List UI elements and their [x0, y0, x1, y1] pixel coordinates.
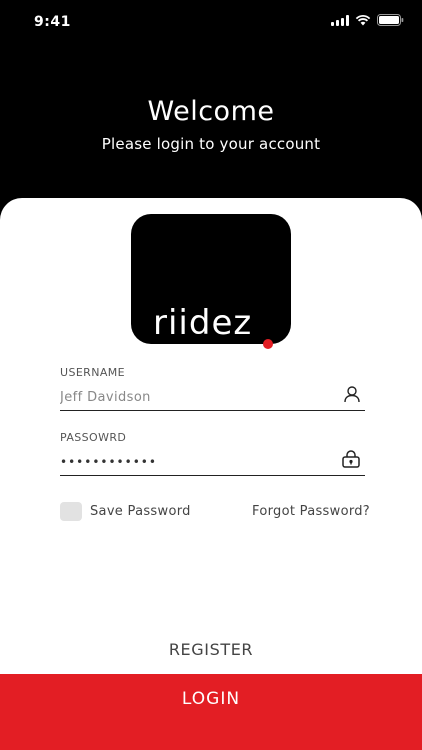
register-button[interactable]: REGISTER	[0, 640, 422, 659]
status-bar: 9:41	[0, 0, 422, 44]
wifi-icon	[355, 14, 371, 26]
password-field: PASSOWRD	[60, 431, 365, 476]
password-input[interactable]	[60, 452, 330, 472]
username-row	[60, 385, 365, 411]
logo-text: riidez	[153, 303, 253, 343]
welcome-header: Welcome Please login to your account	[0, 96, 422, 153]
battery-icon	[377, 14, 404, 26]
username-label: USERNAME	[60, 366, 126, 379]
save-password-label[interactable]: Save Password	[90, 504, 191, 519]
username-input[interactable]	[60, 387, 330, 407]
app-logo: riidez	[131, 214, 291, 349]
password-row	[60, 450, 365, 476]
lock-icon[interactable]	[341, 450, 361, 473]
welcome-subtitle: Please login to your account	[101, 135, 321, 153]
logo-dot	[263, 339, 273, 349]
status-time: 9:41	[34, 14, 71, 30]
login-card: riidez USERNAME PASSOWRD	[0, 198, 422, 674]
forgot-password-link[interactable]: Forgot Password?	[252, 504, 370, 519]
status-icons	[331, 14, 404, 26]
password-label: PASSOWRD	[60, 431, 127, 444]
username-field: USERNAME	[60, 366, 365, 411]
user-icon	[343, 385, 361, 408]
save-password-checkbox[interactable]	[60, 502, 82, 521]
login-button[interactable]: LOGIN	[0, 674, 422, 750]
save-password-row[interactable]: Save Password	[60, 502, 191, 521]
welcome-title: Welcome	[147, 96, 275, 127]
signal-icon	[331, 14, 349, 26]
